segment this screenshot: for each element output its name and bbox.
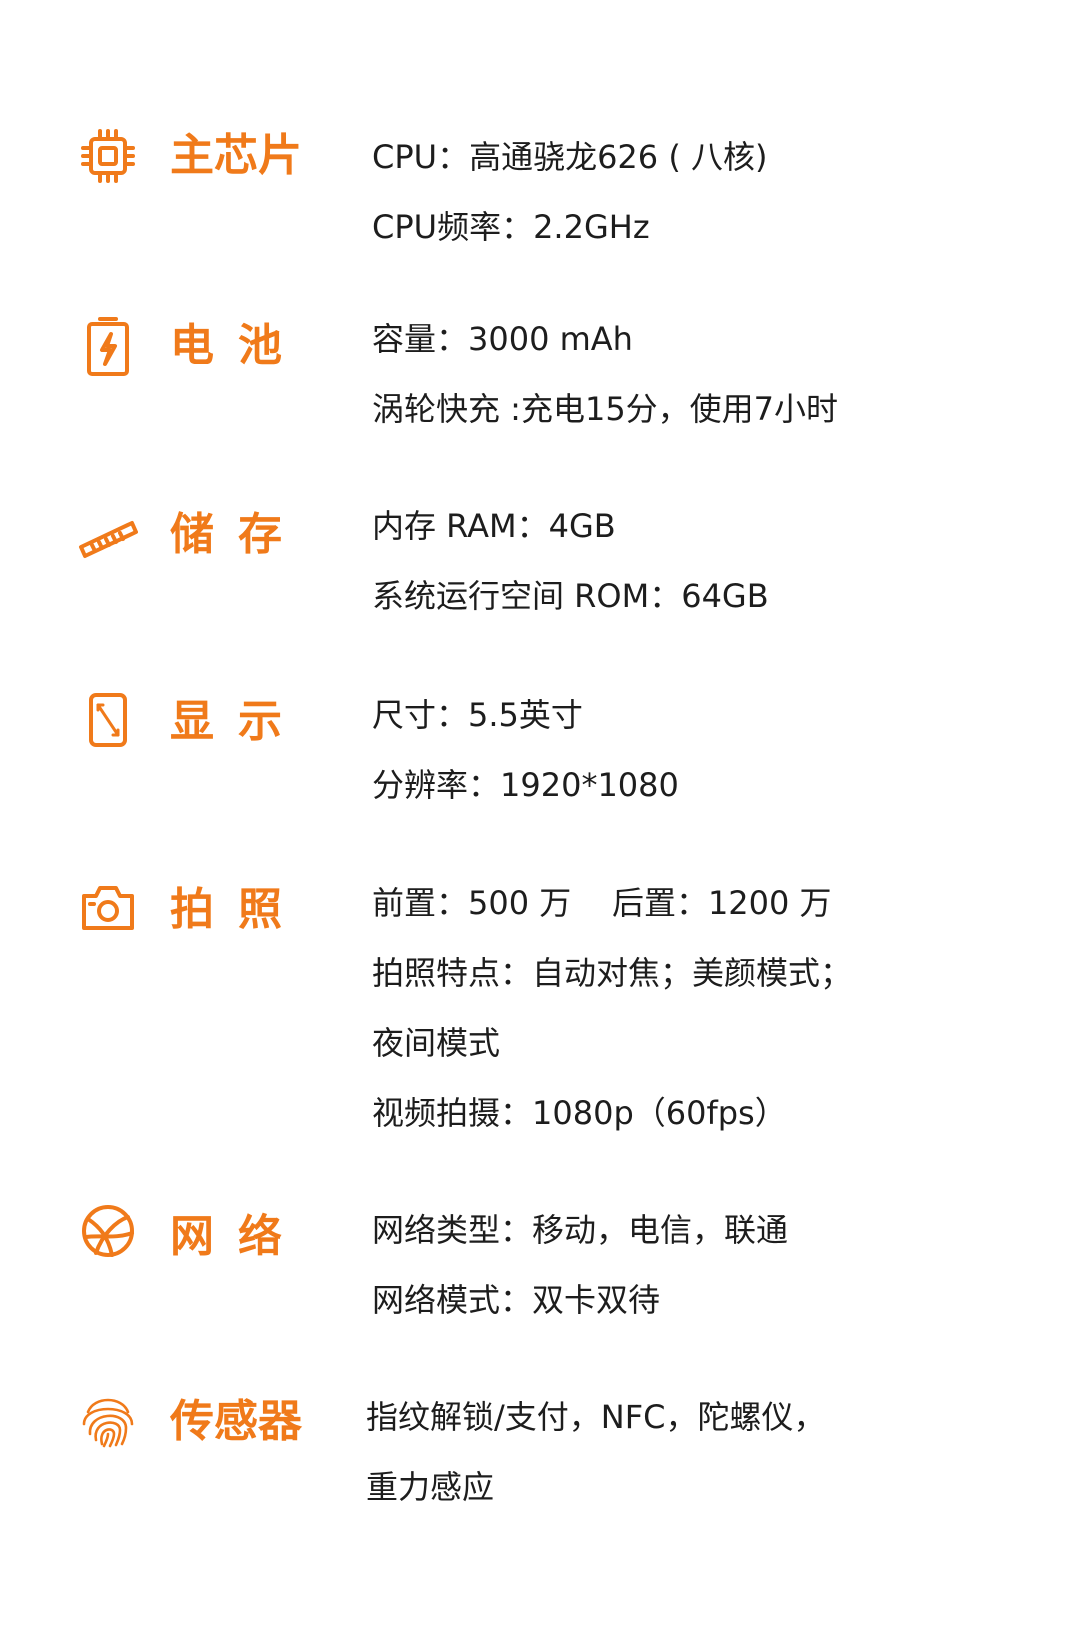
spec-line: 系统运行空间 ROM：64GB: [372, 577, 769, 615]
section-label: 电池: [170, 320, 306, 371]
section-label: 拍照: [170, 884, 306, 935]
camera-icon: [78, 878, 138, 938]
spec-line: 视频拍摄：1080p（60fps）: [372, 1094, 787, 1132]
memory-stick-icon: [78, 505, 138, 565]
spec-line: CPU：高通骁龙626 ( 八核): [372, 138, 768, 176]
section-label: 传感器: [170, 1396, 302, 1447]
section-lines: CPU：高通骁龙626 ( 八核) CPU频率：2.2GHz: [372, 122, 1052, 262]
section-lines: 网络类型：移动，电信，联通 网络模式：双卡双待: [372, 1195, 1052, 1335]
spec-line: 涡轮快充 :充电15分，使用7小时: [372, 390, 839, 428]
spec-line: 分辨率：1920*1080: [372, 766, 679, 804]
section-label: 储存: [170, 509, 306, 560]
chip-icon: [78, 126, 138, 186]
spec-line: 容量：3000 mAh: [372, 320, 633, 358]
spec-line: CPU频率：2.2GHz: [372, 208, 650, 246]
spec-line: 指纹解锁/支付，NFC，陀螺仪，: [366, 1398, 826, 1436]
section-lines: 尺寸：5.5英寸 分辨率：1920*1080: [372, 680, 1052, 820]
section-lines: 指纹解锁/支付，NFC，陀螺仪， 重力感应: [366, 1382, 1046, 1522]
spec-line: 拍照特点：自动对焦；美颜模式；: [372, 954, 853, 992]
spec-line: 网络模式：双卡双待: [372, 1281, 661, 1319]
section-lines: 前置：500 万 后置：1200 万 拍照特点：自动对焦；美颜模式； 夜间模式 …: [372, 868, 1052, 1148]
spec-line: 尺寸：5.5英寸: [372, 696, 583, 734]
section-label: 网络: [170, 1211, 306, 1262]
spec-line: 网络类型：移动，电信，联通: [372, 1211, 789, 1249]
section-label: 主芯片: [170, 130, 302, 181]
battery-icon: [78, 316, 138, 376]
spec-line: 重力感应: [366, 1468, 495, 1506]
phone-screen-icon: [78, 690, 138, 750]
spec-line: 内存 RAM：4GB: [372, 507, 616, 545]
spec-line: 前置：500 万 后置：1200 万: [372, 884, 832, 922]
spec-sheet: { "accent_color": "#f07a1a", "text_color…: [0, 0, 1080, 1632]
spec-line: 夜间模式: [372, 1024, 501, 1062]
section-lines: 内存 RAM：4GB 系统运行空间 ROM：64GB: [372, 491, 1052, 631]
section-lines: 容量：3000 mAh 涡轮快充 :充电15分，使用7小时: [372, 304, 1052, 444]
globe-icon: [78, 1201, 138, 1261]
section-label: 显示: [170, 696, 306, 747]
fingerprint-icon: [78, 1390, 138, 1450]
